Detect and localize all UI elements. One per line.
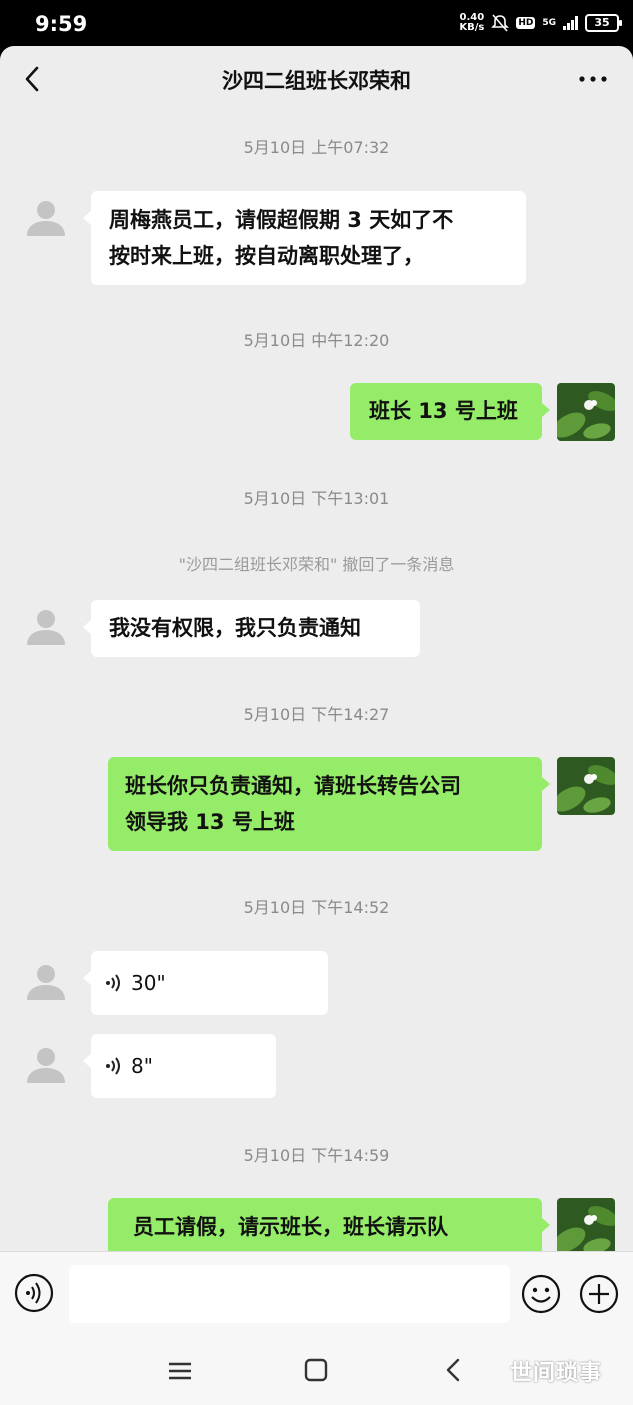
timestamp: 5月10日 中午12:20 bbox=[243, 331, 390, 350]
timestamp: 5月10日 下午13:01 bbox=[243, 489, 390, 508]
incoming-message[interactable]: 周梅燕员工，请假超假期 3 天如了不 按时来上班，按自动离职处理了， bbox=[83, 191, 526, 285]
contact-avatar[interactable] bbox=[26, 1043, 66, 1083]
network-speed: 0.40 KB/s bbox=[459, 12, 485, 33]
timestamp: 5月10日 上午07:32 bbox=[243, 138, 390, 157]
message-list[interactable]: 5月10日 上午07:32 周梅燕员工，请假超假期 3 天如了不 按时来上班，按… bbox=[0, 46, 633, 1251]
signal-icon bbox=[563, 16, 578, 30]
emoji-icon[interactable] bbox=[520, 1273, 562, 1315]
recall-notice: "沙四二组班长邓荣和" 撤回了一条消息 bbox=[178, 555, 455, 574]
back-nav-icon[interactable] bbox=[442, 1356, 464, 1384]
plus-icon[interactable] bbox=[578, 1273, 620, 1315]
timestamp: 5月10日 下午14:27 bbox=[243, 705, 390, 724]
hd-icon: HD bbox=[516, 17, 536, 29]
home-icon[interactable] bbox=[302, 1356, 330, 1384]
my-avatar[interactable] bbox=[557, 1198, 615, 1251]
5g-icon: 5G bbox=[542, 18, 556, 28]
voice-message[interactable]: 8" bbox=[83, 1034, 276, 1098]
outgoing-message[interactable]: 员工请假，请示班长，班长请示队 bbox=[108, 1198, 550, 1251]
voice-duration: 8" bbox=[131, 1054, 153, 1078]
my-avatar[interactable] bbox=[557, 383, 615, 441]
mute-bell-icon bbox=[491, 14, 510, 32]
contact-avatar[interactable] bbox=[26, 605, 66, 645]
my-avatar[interactable] bbox=[557, 757, 615, 815]
chat-screen: 5月10日 上午07:32 周梅燕员工，请假超假期 3 天如了不 按时来上班，按… bbox=[0, 46, 633, 1405]
status-icons: 0.40 KB/s HD 5G 35 bbox=[459, 12, 622, 33]
watermark: 世间琐事 bbox=[510, 1361, 603, 1386]
voice-wave-icon bbox=[106, 974, 120, 992]
contact-avatar[interactable] bbox=[26, 960, 66, 1000]
timestamp: 5月10日 下午14:52 bbox=[243, 898, 390, 917]
battery-icon: 35 bbox=[585, 14, 622, 32]
status-time: 9:59 bbox=[35, 12, 88, 36]
chat-title: 沙四二组班长邓荣和 bbox=[222, 69, 411, 93]
voice-wave-icon bbox=[106, 1057, 120, 1075]
outgoing-message[interactable]: 班长你只负责通知，请班长转告公司 领导我 13 号上班 bbox=[108, 757, 550, 851]
incoming-message[interactable]: 我没有权限，我只负责通知 bbox=[83, 600, 420, 657]
more-dots-icon[interactable] bbox=[577, 64, 609, 94]
voice-duration: 30" bbox=[131, 971, 166, 995]
voice-icon[interactable] bbox=[14, 1273, 54, 1313]
outgoing-message[interactable]: 班长 13 号上班 bbox=[350, 383, 550, 440]
input-bar bbox=[0, 1251, 633, 1337]
voice-message[interactable]: 30" bbox=[83, 951, 328, 1015]
status-bar: 9:59 0.40 KB/s HD 5G 35 bbox=[0, 0, 633, 46]
menu-icon[interactable] bbox=[166, 1357, 194, 1385]
contact-avatar[interactable] bbox=[26, 196, 66, 236]
chat-header: 沙四二组班长邓荣和 bbox=[0, 46, 633, 116]
message-input[interactable] bbox=[69, 1265, 510, 1323]
timestamp: 5月10日 下午14:59 bbox=[243, 1146, 390, 1165]
